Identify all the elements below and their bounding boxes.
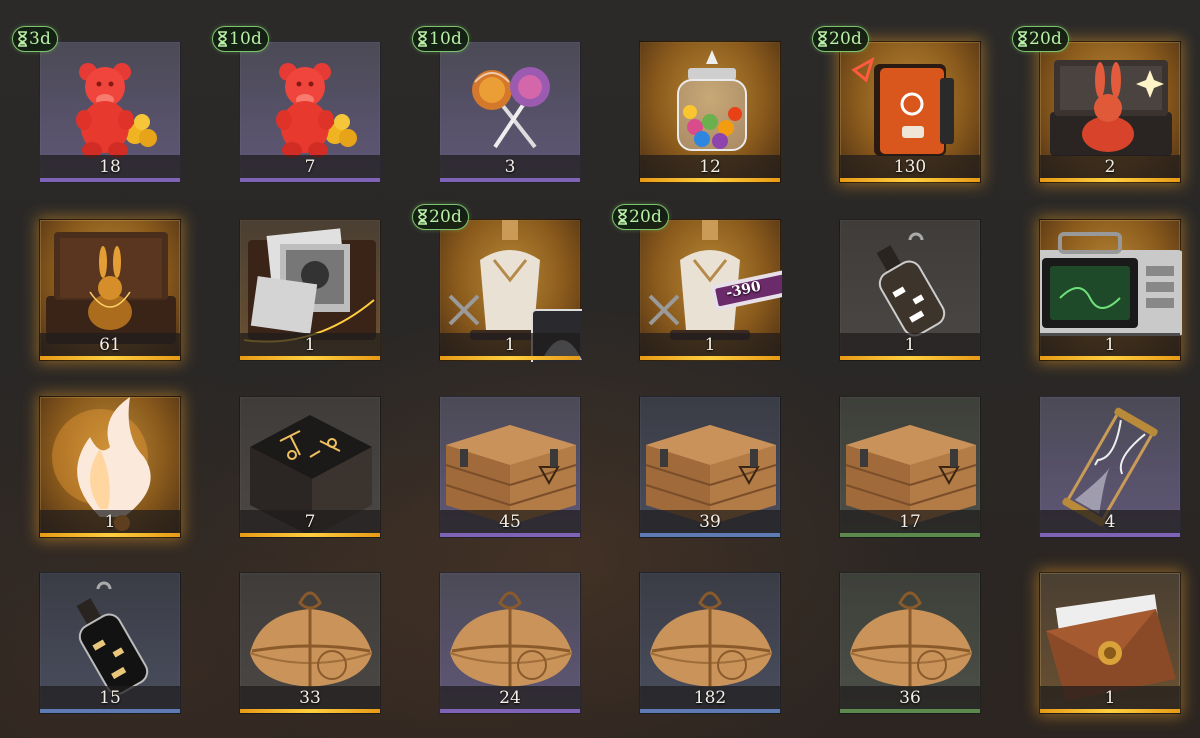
expiry-timer-text: 10d — [429, 29, 463, 49]
hourglass-icon — [417, 31, 428, 47]
rarity-bar-gold — [640, 178, 780, 182]
inventory-slot-wooden-crate[interactable]: 17 — [839, 396, 981, 538]
item-count: 4 — [1104, 512, 1116, 532]
item-count: 1 — [1104, 335, 1116, 355]
hourglass-icon — [417, 209, 428, 225]
item-count: 18 — [99, 157, 121, 177]
expiry-timer-badge: 20d — [412, 204, 470, 230]
item-count: 24 — [499, 688, 521, 708]
rarity-bar-blue — [640, 709, 780, 713]
item-count: 7 — [304, 157, 316, 177]
inventory-slot-golden-rabbit-box[interactable]: 61 — [39, 219, 181, 361]
expiry-timer-text: 3d — [29, 29, 52, 49]
inventory-slot-black-bottle[interactable]: 15 — [39, 572, 181, 714]
rarity-bar-gold — [240, 356, 380, 360]
item-count: 130 — [893, 157, 927, 177]
rarity-bar-purple — [440, 709, 580, 713]
expiry-timer-text: 20d — [629, 207, 663, 227]
item-count: 1 — [704, 335, 716, 355]
inventory-slot-rune-cube[interactable]: 7 — [239, 396, 381, 538]
inventory-slot-red-gummy-bear[interactable]: 18 3d — [12, 26, 181, 183]
item-count: 2 — [1104, 157, 1116, 177]
item-count: 1 — [1104, 688, 1116, 708]
inventory-slot-rabbit-case[interactable]: 2 20d — [1012, 26, 1181, 183]
hourglass-icon — [17, 31, 28, 47]
rarity-bar-gold — [240, 709, 380, 713]
inventory-slot-wooden-crate[interactable]: 39 — [639, 396, 781, 538]
item-count: 7 — [304, 512, 316, 532]
rarity-bar-gold — [40, 356, 180, 360]
hourglass-icon — [817, 31, 828, 47]
rarity-bar-blue — [40, 709, 180, 713]
inventory-grid: 18 3d 7 10d 3 10d 12 130 20d 2 20d 61 1 1 20d -390 1 20d 1… — [0, 0, 1200, 738]
rarity-bar-purple — [40, 178, 180, 182]
item-count: 182 — [693, 688, 727, 708]
item-count: 15 — [99, 688, 121, 708]
inventory-slot-sealed-envelope[interactable]: 1 — [1039, 572, 1181, 714]
rarity-bar-gold — [640, 356, 780, 360]
item-count: 3 — [504, 157, 516, 177]
rarity-bar-purple — [440, 178, 580, 182]
rarity-bar-green — [840, 533, 980, 537]
expiry-timer-text: 20d — [829, 29, 863, 49]
rarity-bar-gold — [1040, 356, 1180, 360]
item-count: 1 — [304, 335, 316, 355]
rarity-bar-gold — [240, 533, 380, 537]
item-count: 17 — [899, 512, 921, 532]
inventory-slot-wooden-crate[interactable]: 45 — [439, 396, 581, 538]
expiry-timer-badge: 20d — [1012, 26, 1070, 52]
rarity-bar-gold — [1040, 178, 1180, 182]
rarity-bar-purple — [240, 178, 380, 182]
expiry-timer-text: 20d — [429, 207, 463, 227]
hourglass-icon — [617, 209, 628, 225]
rarity-bar-gold — [840, 178, 980, 182]
inventory-slot-lollipops[interactable]: 3 10d — [412, 26, 581, 183]
expiry-timer-text: 20d — [1029, 29, 1063, 49]
expiry-timer-badge: 20d — [612, 204, 670, 230]
inventory-slot-tailor-coupon[interactable]: -390 1 20d — [612, 204, 782, 361]
inventory-slot-tailor-mannequin[interactable]: 1 20d — [412, 204, 582, 362]
rarity-bar-purple — [440, 533, 580, 537]
item-count: 61 — [99, 335, 121, 355]
expiry-timer-badge: 20d — [812, 26, 870, 52]
inventory-slot-glowing-flame[interactable]: 1 — [39, 396, 181, 538]
rarity-bar-gold — [440, 356, 580, 360]
rarity-bar-purple — [1040, 533, 1180, 537]
inventory-slot-orange-journal[interactable]: 130 20d — [812, 26, 981, 183]
item-count: 1 — [904, 335, 916, 355]
expiry-timer-badge: 10d — [412, 26, 470, 52]
inventory-slot-paper-parcel[interactable]: 182 — [639, 572, 781, 714]
inventory-slot-photo-box[interactable]: 1 — [239, 219, 381, 361]
inventory-slot-paper-parcel[interactable]: 24 — [439, 572, 581, 714]
expiry-timer-text: 10d — [229, 29, 263, 49]
rarity-bar-gold — [1040, 709, 1180, 713]
rarity-bar-green — [840, 709, 980, 713]
inventory-slot-message-bottle[interactable]: 1 — [839, 219, 981, 361]
item-count: 1 — [504, 335, 516, 355]
inventory-slot-red-gummy-bear[interactable]: 7 10d — [212, 26, 381, 183]
hourglass-icon — [1017, 31, 1028, 47]
rarity-bar-gold — [40, 533, 180, 537]
inventory-slot-paper-parcel[interactable]: 33 — [239, 572, 381, 714]
item-count: 45 — [499, 512, 521, 532]
item-count: 12 — [699, 157, 721, 177]
rarity-bar-gold — [840, 356, 980, 360]
inventory-slot-paper-parcel[interactable]: 36 — [839, 572, 981, 714]
hourglass-icon — [217, 31, 228, 47]
inventory-slot-radar-device[interactable]: 1 — [1039, 219, 1182, 361]
rarity-bar-blue — [640, 533, 780, 537]
item-count: 36 — [899, 688, 921, 708]
item-count: 33 — [299, 688, 321, 708]
expiry-timer-badge: 10d — [212, 26, 270, 52]
inventory-slot-candy-jar[interactable]: 12 — [639, 41, 781, 183]
item-count: 39 — [699, 512, 721, 532]
inventory-slot-brass-hourglass[interactable]: 4 — [1039, 396, 1181, 538]
item-count: 1 — [104, 512, 116, 532]
expiry-timer-badge: 3d — [12, 26, 59, 52]
